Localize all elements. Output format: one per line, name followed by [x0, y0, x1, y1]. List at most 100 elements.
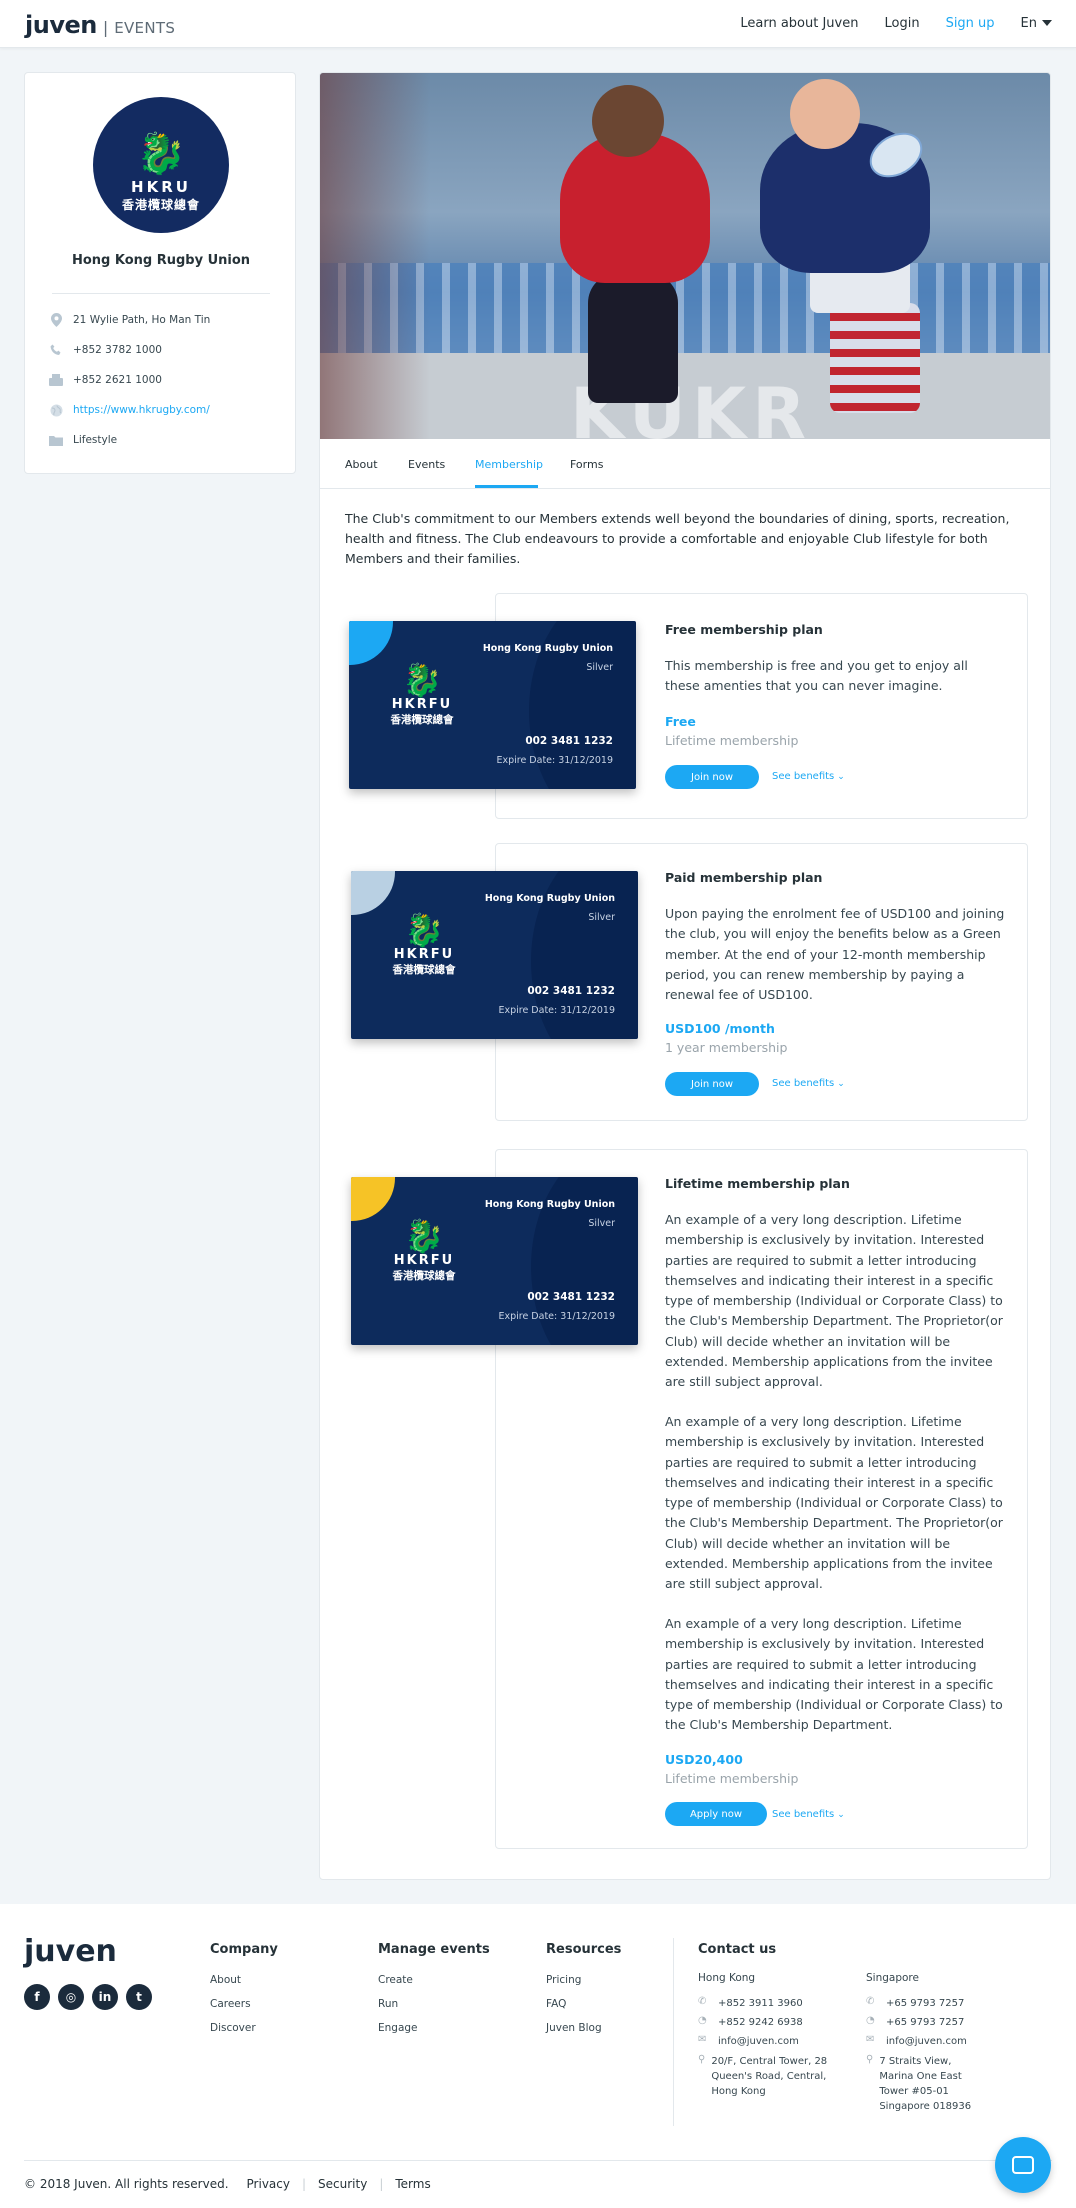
footer-link-create[interactable]: Create — [378, 1974, 413, 1986]
top-navbar: juven | EVENTS Learn about Juven Login S… — [0, 0, 1076, 48]
card-logo-cjk: 香港欖球總會 — [392, 964, 456, 976]
card-club-name: Hong Kong Rugby Union — [484, 893, 615, 904]
login-link[interactable]: Login — [884, 16, 919, 31]
footer-resources-title: Resources — [546, 1942, 622, 1957]
footer-link-discover[interactable]: Discover — [210, 2022, 256, 2034]
website-link[interactable]: https://www.hkrugby.com/ — [73, 404, 210, 416]
contact-hk-phone: ✆ +852 3911 3960 — [698, 1996, 803, 2011]
card-logo: 🐉 HKRFU 香港欖球總會 — [389, 913, 459, 977]
facebook-icon[interactable]: f — [24, 1984, 50, 2010]
contact-sg-email-text[interactable]: info@juven.com — [886, 2034, 967, 2049]
membership-card-lifetime: Hong Kong Rugby Union Silver 🐉 HKRFU 香港欖… — [351, 1177, 638, 1345]
dragon-crest-icon: 🐉 — [402, 661, 442, 699]
membership-card-free: Hong Kong Rugby Union Silver 🐉 HKRFU 香港欖… — [349, 621, 636, 789]
footer-link-careers[interactable]: Careers — [210, 1998, 251, 2010]
membership-card-paid: Hong Kong Rugby Union Silver 🐉 HKRFU 香港欖… — [351, 871, 638, 1039]
join-now-button[interactable]: Join now — [665, 765, 759, 789]
card-club-name: Hong Kong Rugby Union — [484, 1199, 615, 1210]
see-benefits-link[interactable]: See benefits ⌄ — [772, 1809, 845, 1820]
card-expire-date: Expire Date: 31/12/2019 — [496, 755, 613, 766]
club-logo: 🐉 HKRU 香港欖球總會 — [93, 97, 229, 233]
learn-about-link[interactable]: Learn about Juven — [740, 16, 858, 31]
social-links: f ◎ in t — [24, 1984, 152, 2010]
tab-forms[interactable]: Forms — [570, 458, 603, 471]
active-tab-indicator — [475, 485, 538, 488]
contact-hk-phone-text: +852 3911 3960 — [718, 1998, 803, 2009]
footer-link-about[interactable]: About — [210, 1974, 241, 1986]
juven-logo[interactable]: juven | EVENTS — [25, 11, 175, 39]
card-club-name: Hong Kong Rugby Union — [482, 643, 613, 654]
contact-region-hk: Hong Kong — [698, 1972, 756, 1984]
plan-title: Paid membership plan — [665, 870, 823, 885]
whatsapp-icon: ◔ — [698, 2015, 707, 2026]
folder-icon — [49, 433, 63, 447]
apply-now-button[interactable]: Apply now — [665, 1802, 767, 1826]
join-now-button[interactable]: Join now — [665, 1072, 759, 1096]
language-dropdown[interactable]: En — [1021, 16, 1052, 31]
profile-divider — [52, 293, 270, 294]
signup-link[interactable]: Sign up — [946, 16, 995, 31]
card-tier: Silver — [588, 1218, 615, 1229]
footer-link-engage[interactable]: Engage — [378, 2022, 418, 2034]
see-benefits-link[interactable]: See benefits ⌄ — [772, 771, 845, 782]
main-content-panel: KUKR About Events Membership Forms The C… — [319, 72, 1051, 1880]
footer-link-terms[interactable]: Terms — [395, 2177, 430, 2191]
contact-sg-address-text: 7 Straits View, Marina One East Tower #0… — [879, 2056, 972, 2112]
twitter-icon[interactable]: t — [126, 1984, 152, 2010]
footer-link-pricing[interactable]: Pricing — [546, 1974, 581, 1986]
footer-link-blog[interactable]: Juven Blog — [546, 2022, 602, 2034]
see-benefits-label: See benefits — [772, 1809, 835, 1820]
phone-text: +852 3782 1000 — [73, 344, 162, 356]
plan-period: Lifetime membership — [665, 1771, 799, 1786]
tab-membership[interactable]: Membership — [475, 458, 543, 471]
card-logo: 🐉 HKRFU 香港欖球總會 — [387, 663, 457, 727]
footer-link-security[interactable]: Security — [318, 2177, 367, 2191]
instagram-icon[interactable]: ◎ — [58, 1984, 84, 2010]
plan-title: Lifetime membership plan — [665, 1176, 850, 1191]
logo-wordmark: juven — [25, 11, 97, 39]
linkedin-icon[interactable]: in — [92, 1984, 118, 2010]
contact-hk-address: ⚲ 20/F, Central Tower, 28 Queen's Road, C… — [698, 2054, 828, 2099]
club-logo-abbr: HKRU — [131, 178, 191, 196]
logo-section: EVENTS — [114, 19, 176, 37]
contact-sg-phone: ✆ +65 9793 7257 — [866, 1996, 964, 2011]
card-expire-date: Expire Date: 31/12/2019 — [498, 1005, 615, 1016]
fax-text: +852 2621 1000 — [73, 374, 162, 386]
footer-logo[interactable]: juven — [24, 1934, 117, 1969]
website-row[interactable]: https://www.hkrugby.com/ — [49, 403, 210, 417]
footer-link-run[interactable]: Run — [378, 1998, 398, 2010]
card-logo-cjk: 香港欖球總會 — [392, 1270, 456, 1282]
plan-price: USD100 /month — [665, 1021, 775, 1036]
location-pin-icon: ⚲ — [698, 2054, 706, 2065]
plan-description-3: An example of a very long description. L… — [665, 1616, 1003, 1733]
plan-description-1: An example of a very long description. L… — [665, 1212, 1003, 1390]
footer-contact-title: Contact us — [698, 1942, 777, 1957]
top-nav-links: Learn about Juven Login Sign up En — [714, 16, 1052, 31]
logo-separator: | — [102, 18, 109, 37]
player-red-head — [592, 85, 664, 157]
card-tier: Silver — [586, 662, 613, 673]
mail-icon: ✉ — [866, 2034, 875, 2045]
club-logo-cjk: 香港欖球總會 — [121, 198, 200, 212]
contact-region-sg: Singapore — [866, 1972, 919, 1984]
footer-link-privacy[interactable]: Privacy — [247, 2177, 290, 2191]
address-text: 21 Wylie Path, Ho Man Tin — [73, 314, 211, 326]
player-blue-head — [790, 79, 860, 149]
footer-bottom-bar: © 2018 Juven. All rights reserved. Priva… — [24, 2177, 431, 2191]
chat-support-button[interactable] — [995, 2137, 1051, 2193]
card-logo-cjk: 香港欖球總會 — [390, 714, 454, 726]
card-corner-accent — [351, 871, 395, 915]
contact-sg-whatsapp: ◔ +65 9793 7257 — [866, 2015, 964, 2030]
card-tier: Silver — [588, 912, 615, 923]
footer-separator: | — [379, 2177, 384, 2191]
card-expire-date: Expire Date: 31/12/2019 — [498, 1311, 615, 1322]
tab-events[interactable]: Events — [408, 458, 445, 471]
mail-icon: ✉ — [698, 2034, 707, 2045]
contact-hk-email-text[interactable]: info@juven.com — [718, 2034, 799, 2049]
see-benefits-link[interactable]: See benefits ⌄ — [772, 1078, 845, 1089]
club-name: Hong Kong Rugby Union — [71, 253, 251, 268]
footer-link-faq[interactable]: FAQ — [546, 1998, 566, 2010]
tab-about[interactable]: About — [345, 458, 378, 471]
plan-description: Upon paying the enrolment fee of USD100 … — [665, 906, 1005, 1003]
phone-icon — [49, 343, 63, 357]
